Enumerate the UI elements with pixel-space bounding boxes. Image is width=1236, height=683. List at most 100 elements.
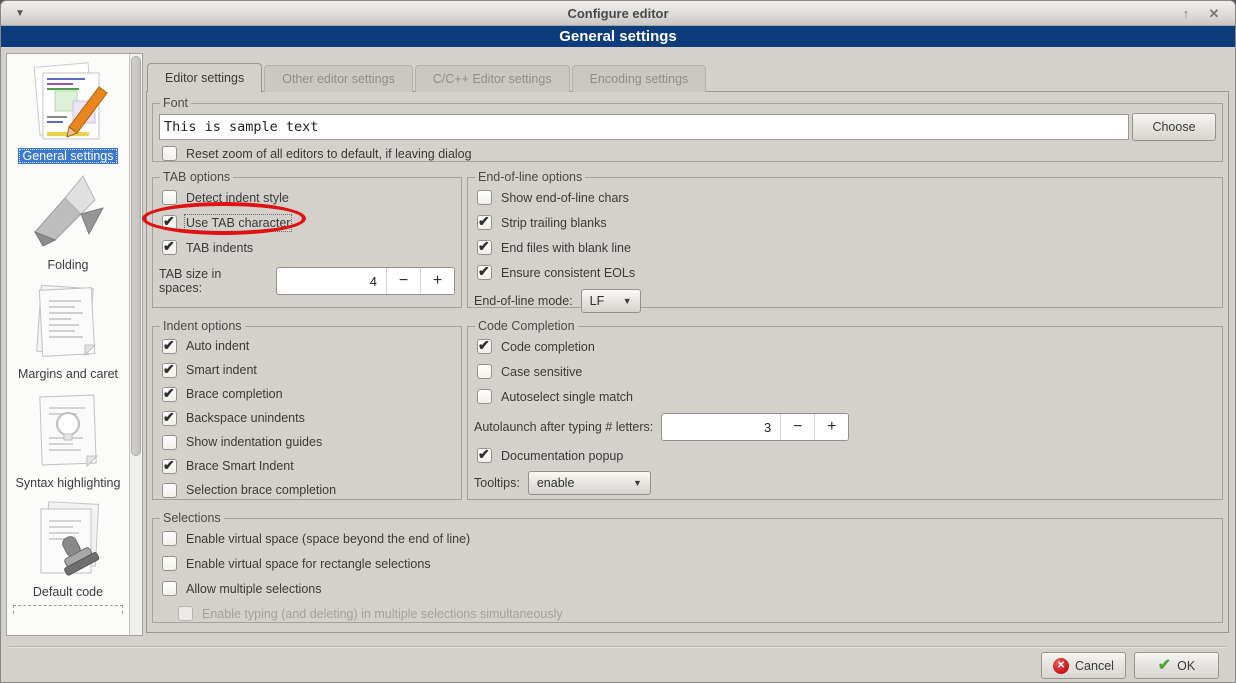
- checkbox-code-completion[interactable]: Code completion: [474, 334, 1216, 359]
- sidebar-item-margins-and-caret[interactable]: Margins and caret: [7, 278, 129, 382]
- sidebar-item-default-code[interactable]: Default code: [7, 496, 129, 600]
- checkbox-reset-zoom[interactable]: Reset zoom of all editors to default, if…: [159, 141, 1216, 166]
- page-title: General settings: [1, 26, 1235, 47]
- eol-mode-dropdown[interactable]: LF ▼: [581, 289, 641, 313]
- checkbox-box: [477, 339, 492, 354]
- cancel-button-label: Cancel: [1075, 659, 1114, 673]
- minus-icon[interactable]: −: [780, 414, 814, 440]
- checkbox-smart-indent[interactable]: Smart indent: [159, 358, 455, 382]
- plus-icon[interactable]: +: [420, 268, 454, 294]
- ok-check-icon: ✔: [1158, 658, 1171, 674]
- tab-options-group: TAB options Detect indent style Use TAB …: [152, 170, 462, 308]
- checkbox-box: [162, 339, 177, 354]
- shade-icon[interactable]: ↑: [1175, 1, 1197, 26]
- checkbox-documentation-popup[interactable]: Documentation popup: [474, 443, 1216, 468]
- checkbox-label: Brace completion: [186, 387, 283, 401]
- checkbox-use-tab-character[interactable]: Use TAB character: [159, 210, 455, 235]
- eol-mode-value: LF: [590, 294, 605, 308]
- indent-options-title: Indent options: [160, 319, 245, 333]
- checkbox-ensure-consistent-eols[interactable]: Ensure consistent EOLs: [474, 260, 1216, 285]
- sidebar-item-label: Folding: [44, 257, 93, 273]
- checkbox-detect-indent-style[interactable]: Detect indent style: [159, 185, 455, 210]
- checkbox-box: [162, 190, 177, 205]
- checkbox-label: Brace Smart Indent: [186, 459, 294, 473]
- autolaunch-label: Autolaunch after typing # letters:: [474, 420, 653, 434]
- sidebar-item-syntax-highlighting[interactable]: Syntax highlighting: [7, 387, 129, 491]
- tooltips-dropdown[interactable]: enable ▼: [528, 471, 651, 495]
- checkbox-show-indentation-guides[interactable]: Show indentation guides: [159, 430, 455, 454]
- editor-settings-page: Font Choose Reset zoom of all editors to…: [146, 91, 1229, 633]
- sidebar-item-folding[interactable]: Folding: [7, 169, 129, 273]
- tab-label: Encoding settings: [590, 72, 689, 86]
- checkbox-selection-brace-completion[interactable]: Selection brace completion: [159, 478, 455, 502]
- checkbox-label: Smart indent: [186, 363, 257, 377]
- checkbox-autoselect-single-match[interactable]: Autoselect single match: [474, 384, 1216, 409]
- checkbox-label: Show end-of-line chars: [501, 191, 629, 205]
- checkbox-box: [162, 363, 177, 378]
- autolaunch-value[interactable]: 3: [662, 414, 780, 440]
- settings-tab-bar: Editor settings Other editor settings C/…: [147, 63, 706, 92]
- origami-fold-icon: [23, 169, 113, 257]
- checkbox-brace-smart-indent[interactable]: Brace Smart Indent: [159, 454, 455, 478]
- checkbox-box: [477, 389, 492, 404]
- checkbox-box: [477, 364, 492, 379]
- checkbox-box: [477, 190, 492, 205]
- checkbox-tab-indents[interactable]: TAB indents: [159, 235, 455, 260]
- checkbox-backspace-unindents[interactable]: Backspace unindents: [159, 406, 455, 430]
- sidebar-item-partial: [13, 605, 123, 614]
- autolaunch-spinner: 3 − +: [661, 413, 849, 441]
- ok-button[interactable]: ✔ OK: [1134, 652, 1219, 679]
- sidebar-scrollbar[interactable]: [129, 54, 142, 635]
- sidebar-item-general-settings[interactable]: General settings: [7, 60, 129, 164]
- font-sample-input[interactable]: [159, 114, 1129, 140]
- checkbox-label: Show indentation guides: [186, 435, 322, 449]
- sidebar-item-label: Margins and caret: [14, 366, 122, 382]
- checkbox-label: Autoselect single match: [501, 390, 633, 404]
- tab-other-editor-settings[interactable]: Other editor settings: [264, 65, 413, 92]
- checkbox-show-eol-chars[interactable]: Show end-of-line chars: [474, 185, 1216, 210]
- checkbox-auto-indent[interactable]: Auto indent: [159, 334, 455, 358]
- plus-icon[interactable]: +: [814, 414, 848, 440]
- checkbox-label: Code completion: [501, 340, 595, 354]
- checkbox-strip-trailing-blanks[interactable]: Strip trailing blanks: [474, 210, 1216, 235]
- cancel-button[interactable]: ✕ Cancel: [1041, 652, 1126, 679]
- checkbox-box: [477, 240, 492, 255]
- tab-size-value[interactable]: 4: [277, 268, 386, 294]
- checkbox-enable-virtual-space[interactable]: Enable virtual space (space beyond the e…: [159, 526, 1216, 551]
- minus-icon[interactable]: −: [386, 268, 420, 294]
- checkbox-brace-completion[interactable]: Brace completion: [159, 382, 455, 406]
- indent-options-group: Indent options Auto indent Smart indent …: [152, 319, 462, 500]
- checkbox-allow-multiple-selections[interactable]: Allow multiple selections: [159, 576, 1216, 601]
- choose-font-button[interactable]: Choose: [1132, 113, 1216, 141]
- tab-label: C/C++ Editor settings: [433, 72, 552, 86]
- tab-editor-settings[interactable]: Editor settings: [147, 63, 262, 92]
- checkbox-label: Auto indent: [186, 339, 249, 353]
- checkbox-box: [162, 146, 177, 161]
- checkbox-label: Enable typing (and deleting) in multiple…: [202, 607, 563, 621]
- window-titlebar[interactable]: ▼ Configure editor ↑ ✕: [1, 1, 1235, 26]
- settings-category-list: General settings Folding: [6, 53, 143, 636]
- checkbox-label: Ensure consistent EOLs: [501, 266, 635, 280]
- checkbox-end-files-with-blank-line[interactable]: End files with blank line: [474, 235, 1216, 260]
- checkbox-box: [162, 459, 177, 474]
- checkbox-label: Case sensitive: [501, 365, 582, 379]
- checkbox-virtual-space-rectangle[interactable]: Enable virtual space for rectangle selec…: [159, 551, 1216, 576]
- sidebar-item-label: Syntax highlighting: [12, 475, 125, 491]
- sidebar-scrollbar-thumb[interactable]: [131, 56, 141, 456]
- chevron-down-icon: ▼: [633, 478, 642, 488]
- tab-size-label: TAB size in spaces:: [159, 267, 268, 295]
- tab-encoding-settings[interactable]: Encoding settings: [572, 65, 707, 92]
- checkbox-box: [162, 581, 177, 596]
- checkbox-label: Documentation popup: [501, 449, 623, 463]
- tab-size-spinner: 4 − +: [276, 267, 455, 295]
- checkbox-case-sensitive[interactable]: Case sensitive: [474, 359, 1216, 384]
- window-menu-icon[interactable]: ▼: [9, 1, 31, 26]
- checkbox-label: Enable virtual space (space beyond the e…: [186, 532, 470, 546]
- pages-stack-icon: [23, 278, 113, 366]
- dialog-buttons: ✕ Cancel ✔ OK: [1041, 652, 1219, 679]
- tab-label: Other editor settings: [282, 72, 395, 86]
- sidebar-item-label: Default code: [29, 584, 107, 600]
- tab-cpp-editor-settings[interactable]: C/C++ Editor settings: [415, 65, 570, 92]
- checkbox-box: [178, 606, 193, 621]
- close-icon[interactable]: ✕: [1203, 1, 1225, 26]
